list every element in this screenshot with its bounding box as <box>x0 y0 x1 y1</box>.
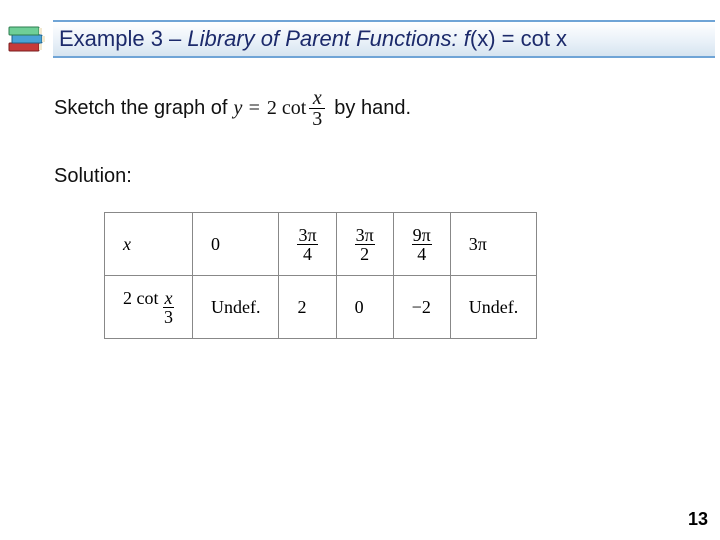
instruction: Sketch the graph of y = 2 cot x 3 by han… <box>54 88 666 129</box>
eq-y: y = <box>233 97 260 120</box>
frac-cell: 3π2 <box>355 226 375 263</box>
table-row-x: x 0 3π4 3π2 9π4 3π <box>105 213 537 276</box>
data-table: x 03π43π29π43π 2 cot x 3 Undef.20−2Undef… <box>104 212 537 339</box>
frac-cell: 3π4 <box>297 226 317 263</box>
table-cell-x: 3π2 <box>336 213 393 276</box>
page-number: 13 <box>688 509 708 530</box>
row-y-frac-num: x <box>164 289 174 307</box>
table-cell-x: 3π <box>450 213 536 276</box>
table-cell-x: 0 <box>193 213 279 276</box>
title-bar: Example 3 – Library of Parent Functions:… <box>53 20 715 58</box>
table-cell-x: 3π4 <box>279 213 336 276</box>
title-suffix: (x) = cot x <box>470 26 567 51</box>
title-italic: Library of Parent Functions: f <box>187 26 469 51</box>
slide: Example 3 – Library of Parent Functions:… <box>0 0 720 540</box>
table-cell-y: 2 <box>279 276 336 339</box>
title-prefix: Example 3 – <box>59 26 187 51</box>
body: Sketch the graph of y = 2 cot x 3 by han… <box>54 88 666 339</box>
eq-frac-num: x <box>310 88 325 108</box>
solution-label: Solution: <box>54 165 666 188</box>
table-row-y: 2 cot x 3 Undef.20−2Undef. <box>105 276 537 339</box>
table-wrap: x 03π43π29π43π 2 cot x 3 Undef.20−2Undef… <box>104 212 666 339</box>
row-y-label-text: 2 cot <box>123 288 159 308</box>
table-cell-y: −2 <box>393 276 450 339</box>
row-y-label: 2 cot x 3 <box>105 276 193 339</box>
instr-before: Sketch the graph of <box>54 97 227 120</box>
table-cell-y: Undef. <box>193 276 279 339</box>
instr-after: by hand. <box>334 97 411 120</box>
row-x-label: x <box>105 213 193 276</box>
books-icon <box>5 17 49 61</box>
eq-coef: 2 cot <box>267 97 306 120</box>
row-y-label-frac: x 3 <box>163 289 174 326</box>
header: Example 3 – Library of Parent Functions:… <box>5 18 715 60</box>
eq-frac-den: 3 <box>309 109 325 129</box>
title-text: Example 3 – Library of Parent Functions:… <box>59 26 567 52</box>
eq-frac: x 3 <box>309 88 325 129</box>
table-cell-x: 9π4 <box>393 213 450 276</box>
row-y-frac-den: 3 <box>163 308 174 326</box>
table-cell-y: 0 <box>336 276 393 339</box>
instr-equation: y = 2 cot x 3 <box>233 88 328 129</box>
table-cell-y: Undef. <box>450 276 536 339</box>
frac-cell: 9π4 <box>412 226 432 263</box>
